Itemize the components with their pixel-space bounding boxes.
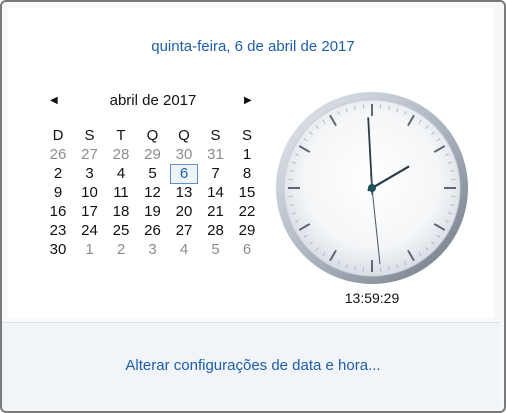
- calendar-day[interactable]: 3: [76, 164, 104, 184]
- right-triangle-icon[interactable]: ▶: [244, 95, 252, 106]
- calendar-day[interactable]: 24: [76, 221, 104, 241]
- calendar-day[interactable]: 30: [170, 145, 198, 165]
- calendar-week-row: 26 27 28 29 30 31 1: [44, 145, 264, 165]
- calendar-day[interactable]: 26: [139, 221, 167, 241]
- calendar-week-row: 2345678: [44, 164, 264, 184]
- weekday-label: S: [84, 127, 95, 144]
- change-date-time-settings-link[interactable]: Alterar configurações de data e hora...: [0, 357, 506, 374]
- left-triangle-icon[interactable]: ◀: [50, 95, 58, 106]
- weekday-label: Q: [146, 127, 159, 144]
- calendar-day[interactable]: 23: [44, 221, 72, 241]
- calendar-day[interactable]: 17: [76, 202, 104, 222]
- calendar-day[interactable]: 29: [233, 221, 261, 241]
- calendar-week-row: 16 17 18 19 20 21 22: [44, 202, 264, 222]
- calendar-day[interactable]: 16: [44, 202, 72, 222]
- calendar-day[interactable]: 15: [233, 183, 261, 203]
- calendar-week-row: 9 10 11 12 13 14 15: [44, 183, 264, 203]
- calendar-day[interactable]: 5: [202, 240, 230, 260]
- calendar-day[interactable]: 1: [233, 145, 261, 165]
- calendar-day[interactable]: 11: [107, 183, 135, 203]
- month-year-header[interactable]: abril de 2017: [95, 92, 211, 109]
- calendar-day[interactable]: 3: [139, 240, 167, 260]
- calendar-day[interactable]: 30: [44, 240, 72, 260]
- calendar-week-row: 30 1 2 3 4 5 6: [44, 240, 264, 260]
- calendar-day[interactable]: 20: [170, 202, 198, 222]
- calendar-day[interactable]: 27: [76, 145, 104, 165]
- calendar-day[interactable]: 6: [233, 240, 261, 260]
- full-date-link[interactable]: quinta-feira, 6 de abril de 2017: [0, 38, 506, 55]
- calendar-day[interactable]: 7: [202, 164, 230, 184]
- calendar-day[interactable]: 13: [170, 183, 198, 203]
- calendar-day[interactable]: 5: [139, 164, 167, 184]
- clock-center-cap: [368, 184, 376, 192]
- calendar-day[interactable]: 12: [139, 183, 167, 203]
- calendar-day[interactable]: 1: [76, 240, 104, 260]
- calendar-day[interactable]: 2: [107, 240, 135, 260]
- calendar-day[interactable]: 21: [202, 202, 230, 222]
- calendar-day[interactable]: 29: [139, 145, 167, 165]
- digital-time: 13:59:29: [344, 290, 400, 306]
- calendar-day[interactable]: 27: [170, 221, 198, 241]
- analog-clock: [276, 92, 468, 284]
- weekday-label: S: [210, 127, 221, 144]
- calendar-day[interactable]: 28: [202, 221, 230, 241]
- calendar-day[interactable]: 22: [233, 202, 261, 222]
- calendar-day[interactable]: 10: [76, 183, 104, 203]
- calendar-day[interactable]: 2: [44, 164, 72, 184]
- calendar-day[interactable]: 14: [202, 183, 230, 203]
- calendar-day[interactable]: 26: [44, 145, 72, 165]
- calendar-day[interactable]: 4: [107, 164, 135, 184]
- calendar-day[interactable]: 8: [233, 164, 261, 184]
- calendar-day-today[interactable]: 6: [170, 164, 198, 184]
- calendar-day[interactable]: 25: [107, 221, 135, 241]
- calendar-day[interactable]: 9: [44, 183, 72, 203]
- weekday-label: Q: [178, 127, 190, 144]
- calendar-day[interactable]: 4: [170, 240, 198, 260]
- weekday-header-row: DSTQQSS: [44, 126, 264, 146]
- calendar-day[interactable]: 31: [202, 145, 230, 165]
- weekday-label: D: [52, 127, 64, 144]
- weekday-label: T: [116, 127, 126, 144]
- calendar-day[interactable]: 28: [107, 145, 135, 165]
- weekday-label: S: [241, 127, 252, 144]
- calendar-day[interactable]: 19: [139, 202, 167, 222]
- calendar-day[interactable]: 18: [107, 202, 135, 222]
- calendar-week-row: 23 24 25 26 27 28 29: [44, 221, 264, 241]
